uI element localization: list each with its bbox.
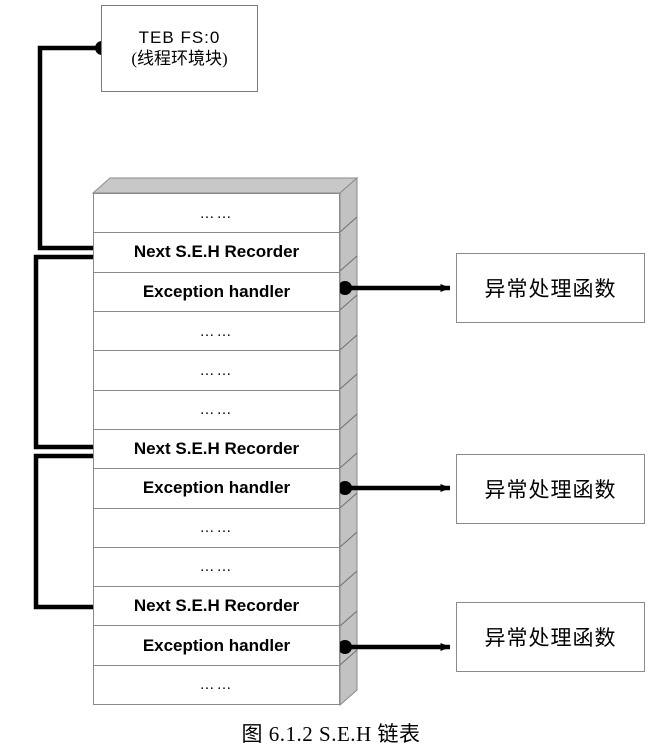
stack-row: …… (94, 194, 339, 234)
stack-row: …… (94, 508, 339, 548)
stack-row-next-seh-1: Next S.E.H Recorder (94, 233, 339, 273)
stack-front-face: …… Next S.E.H Recorder Exception handler… (93, 193, 340, 705)
figure-caption: 图 6.1.2 S.E.H 链表 (241, 722, 421, 746)
stack-row-next-seh-3: Next S.E.H Recorder (94, 587, 339, 627)
stack-row: …… (94, 547, 339, 588)
stack-row-exception-handler-1: Exception handler (94, 272, 339, 312)
stack-row: …… (94, 390, 339, 430)
stack-row-exception-handler-2: Exception handler (94, 469, 339, 509)
row-ellipsis: …… (199, 401, 234, 419)
teb-box: TEB FS:0 (线程环境块) (101, 5, 258, 92)
exception-handler-function-box-3: 异常处理函数 (456, 602, 645, 672)
row-label: Next S.E.H Recorder (133, 596, 300, 616)
row-label: Next S.E.H Recorder (133, 439, 300, 459)
handler-function-label: 异常处理函数 (484, 277, 617, 301)
stack-row-next-seh-2: Next S.E.H Recorder (94, 429, 339, 470)
seh-chain-stack: …… Next S.E.H Recorder Exception handler… (93, 178, 357, 706)
teb-title: TEB FS:0 (138, 28, 221, 47)
row-label: Next S.E.H Recorder (133, 242, 300, 262)
seh-chain-diagram: TEB FS:0 (线程环境块) …… Next S.E.H Recorder … (0, 0, 662, 754)
teb-subtitle: (线程环境块) (131, 49, 228, 68)
row-ellipsis: …… (199, 204, 234, 222)
stack-row: …… (94, 351, 339, 391)
stack-row-exception-handler-3: Exception handler (94, 626, 339, 666)
exception-handler-function-box-2: 异常处理函数 (456, 454, 645, 524)
row-label: Exception handler (142, 635, 291, 655)
row-label: Exception handler (142, 281, 291, 301)
row-ellipsis: …… (199, 558, 234, 576)
handler-function-label: 异常处理函数 (484, 478, 617, 502)
stack-row: …… (94, 311, 339, 352)
row-label: Exception handler (142, 478, 291, 498)
stack-row: …… (94, 665, 339, 705)
row-ellipsis: …… (199, 361, 234, 379)
row-ellipsis: …… (199, 676, 234, 694)
handler-function-label: 异常处理函数 (484, 626, 617, 650)
row-ellipsis: …… (199, 519, 234, 537)
exception-handler-function-box-1: 异常处理函数 (456, 253, 645, 323)
row-ellipsis: …… (199, 322, 234, 340)
